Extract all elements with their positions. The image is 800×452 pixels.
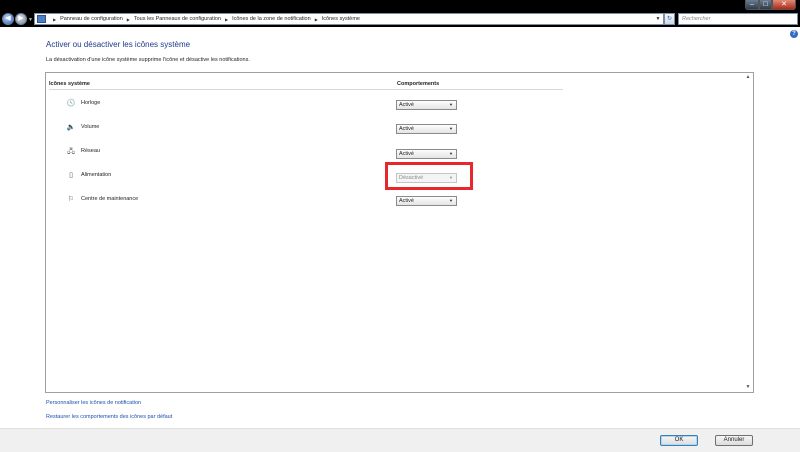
- back-button[interactable]: ◀: [2, 13, 14, 25]
- volume-behavior-select[interactable]: Activé ▼: [396, 124, 457, 134]
- chevron-down-icon: ▼: [449, 198, 453, 203]
- address-dropdown-icon[interactable]: ▼: [654, 15, 662, 23]
- header-divider: [49, 89, 563, 90]
- window-controls: – □ ✕: [745, 0, 796, 11]
- select-value: Activé: [399, 151, 414, 157]
- row-label: Alimentation: [81, 172, 112, 178]
- row-label: Volume: [81, 124, 100, 130]
- breadcrumb-arrow-icon[interactable]: ▶: [53, 17, 56, 22]
- refresh-button[interactable]: ↻: [664, 13, 675, 25]
- select-value: Activé: [399, 126, 414, 132]
- page-title: Activer ou désactiver les icônes système: [46, 40, 191, 49]
- row-volume: 🔈 Volume Activé ▼: [46, 122, 566, 136]
- breadcrumb-item[interactable]: Icônes de la zone de notification: [232, 16, 311, 22]
- help-icon[interactable]: ?: [790, 30, 798, 38]
- chevron-down-icon: ▼: [449, 102, 453, 107]
- row-clock: 🕓 Horloge Activé ▼: [46, 98, 566, 112]
- customize-icons-link[interactable]: Personnaliser les icônes de notification: [46, 400, 141, 406]
- volume-icon: 🔈: [66, 124, 76, 131]
- cancel-button[interactable]: Annuler: [715, 435, 753, 446]
- scrollbar[interactable]: ▲ ▼: [743, 73, 753, 392]
- system-icons-panel: Icônes système Comportements 🕓 Horloge A…: [45, 72, 754, 393]
- breadcrumb-item[interactable]: Tous les Panneaux de configuration: [134, 16, 221, 22]
- title-bar: – □ ✕: [0, 0, 800, 11]
- breadcrumb-arrow-icon[interactable]: ▶: [225, 17, 228, 22]
- row-action-center: ⚐ Centre de maintenance Activé ▼: [46, 194, 566, 208]
- minimize-button[interactable]: –: [745, 0, 759, 10]
- scroll-down-icon[interactable]: ▼: [743, 383, 753, 392]
- breadcrumb-arrow-icon[interactable]: ▶: [127, 17, 130, 22]
- network-behavior-select[interactable]: Activé ▼: [396, 149, 457, 159]
- network-icon: 🖧: [67, 148, 75, 155]
- row-power: ▯ Alimentation Désactivé ▼: [46, 170, 566, 184]
- footer: OK Annuler: [0, 428, 800, 452]
- chevron-down-icon: ▼: [449, 151, 453, 156]
- page-description: La désactivation d'une icône système sup…: [46, 57, 250, 63]
- action-center-behavior-select[interactable]: Activé ▼: [396, 196, 457, 206]
- search-input[interactable]: Rechercher: [678, 13, 798, 25]
- chevron-down-icon: ▼: [449, 126, 453, 131]
- flag-icon: ⚐: [67, 196, 75, 203]
- close-button[interactable]: ✕: [772, 0, 796, 10]
- column-header-icons: Icônes système: [49, 81, 90, 87]
- row-label: Horloge: [81, 100, 101, 106]
- scroll-up-icon[interactable]: ▲: [743, 73, 753, 82]
- breadcrumb-arrow-icon[interactable]: ▶: [315, 17, 318, 22]
- control-panel-icon: [37, 15, 46, 23]
- row-network: 🖧 Réseau Activé ▼: [46, 146, 566, 160]
- recent-pages-chevron-icon[interactable]: ▼: [28, 17, 33, 23]
- select-value: Activé: [399, 198, 414, 204]
- breadcrumb-item[interactable]: Panneau de configuration: [60, 16, 123, 22]
- clock-icon: 🕓: [66, 100, 76, 107]
- breadcrumb-item[interactable]: Icônes système: [322, 16, 360, 22]
- column-header-behaviors: Comportements: [397, 81, 440, 87]
- navigation-bar: ◀ ▶ ▼ ▶ Panneau de configuration ▶ Tous …: [0, 11, 800, 27]
- maximize-button[interactable]: □: [759, 0, 772, 10]
- restore-defaults-link[interactable]: Restaurer les comportements des icônes p…: [46, 414, 172, 420]
- select-value: Activé: [399, 102, 414, 108]
- ok-button[interactable]: OK: [660, 435, 698, 446]
- row-label: Réseau: [81, 148, 100, 154]
- highlight-annotation: [385, 162, 473, 190]
- power-icon: ▯: [69, 172, 73, 179]
- clock-behavior-select[interactable]: Activé ▼: [396, 100, 457, 110]
- forward-button[interactable]: ▶: [15, 13, 27, 25]
- address-bar[interactable]: ▶ Panneau de configuration ▶ Tous les Pa…: [34, 13, 664, 25]
- row-label: Centre de maintenance: [81, 196, 139, 202]
